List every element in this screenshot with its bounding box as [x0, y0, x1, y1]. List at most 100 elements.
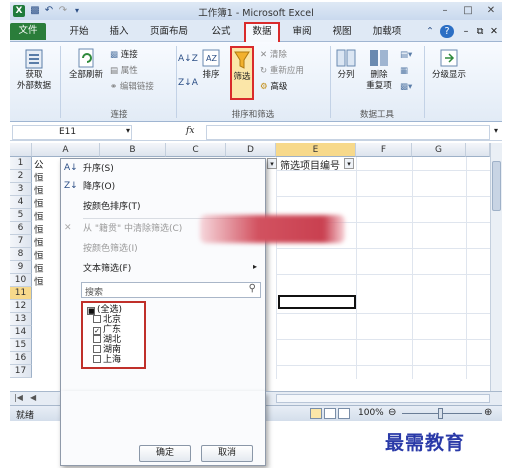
horizontal-scrollbar[interactable] [276, 394, 490, 403]
menu-text-filters[interactable]: 文本筛选(F) [83, 262, 131, 276]
scroll-thumb[interactable] [492, 161, 501, 211]
filter-item-select-all[interactable]: ■ (全选) [87, 305, 122, 315]
checkbox-icon[interactable] [93, 335, 101, 343]
row-header-3[interactable]: 3 [10, 183, 32, 196]
doc-close-icon[interactable]: ✕ [488, 24, 500, 42]
tab-view[interactable]: 视图 [326, 24, 358, 42]
cell-a5[interactable]: 恒 [34, 209, 44, 223]
row-header-14[interactable]: 14 [10, 326, 32, 339]
cell-a2[interactable]: 恒 [34, 170, 44, 184]
cell-a9[interactable]: 恒 [34, 261, 44, 275]
fx-icon[interactable]: fx [186, 126, 194, 136]
zoom-in-icon[interactable]: ⊕ [484, 407, 492, 418]
cell-a6[interactable]: 恒 [34, 222, 44, 236]
data-validation-icon[interactable]: ▤▾ [400, 50, 412, 61]
sort-az-icon[interactable]: A↓Z [178, 54, 198, 65]
row-header-4[interactable]: 4 [10, 196, 32, 209]
what-if-icon[interactable]: ▩▾ [400, 82, 412, 93]
close-button[interactable]: ✕ [482, 4, 500, 17]
cell-a4[interactable]: 恒 [34, 196, 44, 210]
zoom-level[interactable]: 100% [358, 408, 384, 418]
cell-a10[interactable]: 恒 [34, 274, 44, 288]
remove-duplicates-button[interactable]: 删除 重复项 [362, 46, 396, 92]
row-header-7[interactable]: 7 [10, 235, 32, 248]
selected-cell-e11[interactable] [278, 295, 356, 309]
page-layout-view-icon[interactable] [324, 408, 336, 419]
edit-links-button[interactable]: ⚭ 编辑链接 [110, 82, 154, 93]
zoom-out-icon[interactable]: ⊖ [388, 407, 396, 418]
row-header-11[interactable]: 11 [10, 287, 32, 300]
tab-file[interactable]: 文件 [10, 23, 46, 40]
clear-button[interactable]: ✕ 清除 [260, 50, 287, 61]
filter-dropdown-d1-icon[interactable]: ▾ [267, 158, 277, 169]
menu-filter-by-color[interactable]: 按颜色筛选(I) [83, 242, 138, 256]
consolidate-icon[interactable]: ▦ [400, 66, 408, 77]
cell-a8[interactable]: 恒 [34, 248, 44, 262]
row-header-2[interactable]: 2 [10, 170, 32, 183]
column-header-d[interactable]: D [226, 143, 276, 157]
checkbox-icon[interactable] [93, 345, 101, 353]
tab-data[interactable]: 数据 [244, 22, 280, 42]
filter-item-guangdong[interactable]: ✓ 广东 [93, 325, 121, 335]
row-header-15[interactable]: 15 [10, 339, 32, 352]
get-external-data-button[interactable]: 获取 外部数据 [14, 46, 54, 92]
checked-checkbox-icon[interactable]: ✓ [93, 327, 101, 335]
column-header-e[interactable]: E [276, 143, 356, 157]
doc-minimize-icon[interactable]: – [460, 24, 472, 42]
menu-sort-asc[interactable]: 升序(S) [83, 162, 114, 176]
tab-review[interactable]: 审阅 [286, 24, 318, 42]
text-to-columns-button[interactable]: 分列 [332, 46, 360, 81]
partial-checkbox-icon[interactable]: ■ [87, 307, 95, 315]
connections-button[interactable]: ▩ 连接 [110, 50, 138, 61]
row-header-17[interactable]: 17 [10, 365, 32, 378]
row-header-12[interactable]: 12 [10, 300, 32, 313]
tab-insert[interactable]: 插入 [102, 24, 136, 42]
column-header-a[interactable]: A [32, 143, 100, 157]
filter-item-shanghai[interactable]: 上海 [93, 355, 121, 365]
sort-button[interactable]: AZ 排序 [198, 46, 224, 81]
filter-search-input[interactable]: 搜索 ⚲ [81, 282, 261, 298]
cell-a7[interactable]: 恒 [34, 235, 44, 249]
filter-dropdown-e1-icon[interactable]: ▾ [344, 158, 354, 169]
maximize-button[interactable]: □ [459, 4, 477, 17]
column-header-b[interactable]: B [100, 143, 166, 157]
sheet-nav-first-icon[interactable]: |◀ [14, 393, 23, 402]
row-header-9[interactable]: 9 [10, 261, 32, 274]
cell-e1[interactable]: 筛选项目编号 [280, 157, 340, 172]
cell-a3[interactable]: 恒 [34, 183, 44, 197]
help-icon[interactable]: ? [440, 25, 454, 38]
normal-view-icon[interactable] [310, 408, 322, 419]
menu-sort-by-color[interactable]: 按颜色排序(T) [83, 200, 141, 214]
name-box-dropdown-icon[interactable]: ▾ [126, 126, 130, 135]
refresh-all-button[interactable]: 全部刷新 [64, 46, 108, 81]
vertical-scrollbar[interactable] [490, 143, 502, 391]
sheet-nav-prev-icon[interactable]: ◀ [30, 393, 36, 402]
reapply-button[interactable]: ↻ 重新应用 [260, 66, 304, 77]
tab-home[interactable]: 开始 [62, 24, 96, 42]
filter-item-beijing[interactable]: 北京 [93, 315, 121, 325]
sort-za-icon[interactable]: Z↓A [178, 78, 198, 89]
select-all-corner[interactable] [10, 143, 32, 157]
tab-addins[interactable]: 加载项 [366, 24, 408, 42]
formula-input[interactable] [206, 125, 490, 140]
row-header-10[interactable]: 10 [10, 274, 32, 287]
column-header-c[interactable]: C [166, 143, 226, 157]
zoom-thumb[interactable] [438, 408, 443, 419]
menu-clear-filter[interactable]: 从 "籍贯" 中清除筛选(C) [83, 222, 182, 236]
doc-restore-icon[interactable]: ⧉ [474, 24, 486, 42]
outline-button[interactable]: 分级显示 [426, 46, 472, 81]
row-header-16[interactable]: 16 [10, 352, 32, 365]
ok-button[interactable]: 确定 [139, 445, 191, 462]
filter-item-hunan[interactable]: 湖南 [93, 345, 121, 355]
cancel-button[interactable]: 取消 [201, 445, 253, 462]
menu-sort-desc[interactable]: 降序(O) [83, 180, 115, 194]
tab-page-layout[interactable]: 页面布局 [140, 24, 198, 42]
checkbox-icon[interactable] [93, 315, 101, 323]
expand-formula-icon[interactable]: ▾ [494, 126, 498, 135]
filter-item-hubei[interactable]: 湖北 [93, 335, 121, 345]
column-header-g[interactable]: G [412, 143, 466, 157]
tab-formulas[interactable]: 公式 [204, 24, 238, 42]
cell-a1[interactable]: 公 [34, 157, 44, 171]
row-header-1[interactable]: 1 [10, 157, 32, 170]
row-header-13[interactable]: 13 [10, 313, 32, 326]
